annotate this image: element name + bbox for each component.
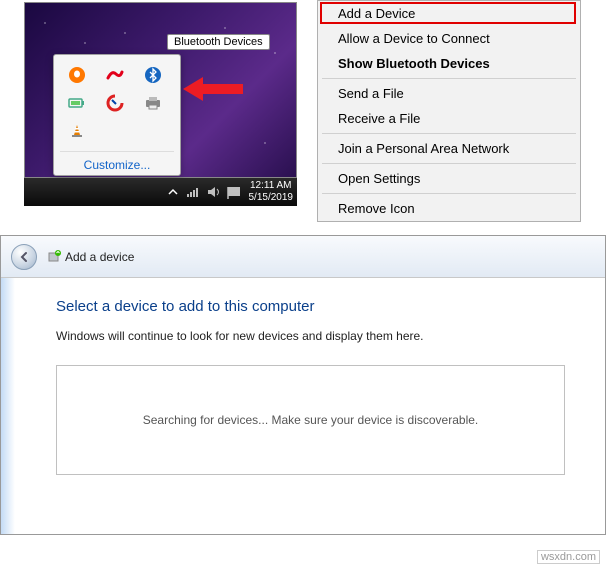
- bluetooth-context-menu: Add a Device Allow a Device to Connect S…: [317, 0, 581, 222]
- menu-separator: [322, 133, 576, 134]
- menu-send-file[interactable]: Send a File: [318, 81, 580, 106]
- device-list-box: Searching for devices... Make sure your …: [56, 365, 565, 475]
- menu-open-settings[interactable]: Open Settings: [318, 166, 580, 191]
- menu-show-devices[interactable]: Show Bluetooth Devices: [318, 51, 580, 76]
- system-tray-popup: Customize...: [53, 54, 181, 176]
- printer-icon[interactable]: [138, 91, 168, 115]
- airtel-icon[interactable]: [100, 63, 130, 87]
- searching-text: Searching for devices... Make sure your …: [143, 413, 479, 427]
- bluetooth-tooltip: Bluetooth Devices: [167, 34, 270, 50]
- menu-allow-connect[interactable]: Allow a Device to Connect: [318, 26, 580, 51]
- add-device-window: Add a device Select a device to add to t…: [0, 235, 606, 535]
- flag-icon[interactable]: [227, 186, 241, 199]
- taskbar-date: 5/15/2019: [249, 192, 294, 204]
- wizard-content: Select a device to add to this computer …: [1, 278, 605, 475]
- menu-separator: [322, 163, 576, 164]
- menu-join-pan[interactable]: Join a Personal Area Network: [318, 136, 580, 161]
- device-icon: [47, 250, 61, 264]
- avast-icon[interactable]: [62, 63, 92, 87]
- back-button[interactable]: [11, 244, 37, 270]
- network-bars-icon[interactable]: [187, 186, 201, 198]
- taskbar-time: 12:11 AM: [249, 180, 294, 192]
- annotation-arrow-icon: [183, 77, 243, 101]
- volume-icon[interactable]: [207, 186, 221, 198]
- bluetooth-icon[interactable]: [138, 63, 168, 87]
- wizard-header: Add a device: [1, 236, 605, 278]
- window-left-glow: [1, 278, 15, 535]
- tray-chevron-up-icon[interactable]: [167, 186, 179, 198]
- wizard-heading: Select a device to add to this computer: [56, 298, 565, 315]
- customize-link[interactable]: Customize...: [54, 152, 180, 178]
- menu-receive-file[interactable]: Receive a File: [318, 106, 580, 131]
- tray-icon-grid: [54, 55, 180, 151]
- menu-add-device[interactable]: Add a Device: [318, 1, 580, 26]
- watermark-text: wsxdn.com: [537, 550, 600, 564]
- menu-remove-icon[interactable]: Remove Icon: [318, 196, 580, 221]
- ccleaner-icon[interactable]: [100, 91, 130, 115]
- wizard-subtext: Windows will continue to look for new de…: [56, 329, 565, 343]
- windows-taskbar: 12:11 AM 5/15/2019: [24, 178, 297, 206]
- wizard-title-bar: Add a device: [47, 250, 134, 264]
- vlc-icon[interactable]: [62, 119, 92, 143]
- battery-icon[interactable]: [62, 91, 92, 115]
- top-screenshot-panel: Bluetooth Devices: [0, 0, 606, 215]
- menu-separator: [322, 78, 576, 79]
- menu-separator: [322, 193, 576, 194]
- taskbar-clock[interactable]: 12:11 AM 5/15/2019: [249, 180, 294, 204]
- wizard-title-text: Add a device: [65, 250, 134, 264]
- taskbar-system-icons: [187, 186, 241, 199]
